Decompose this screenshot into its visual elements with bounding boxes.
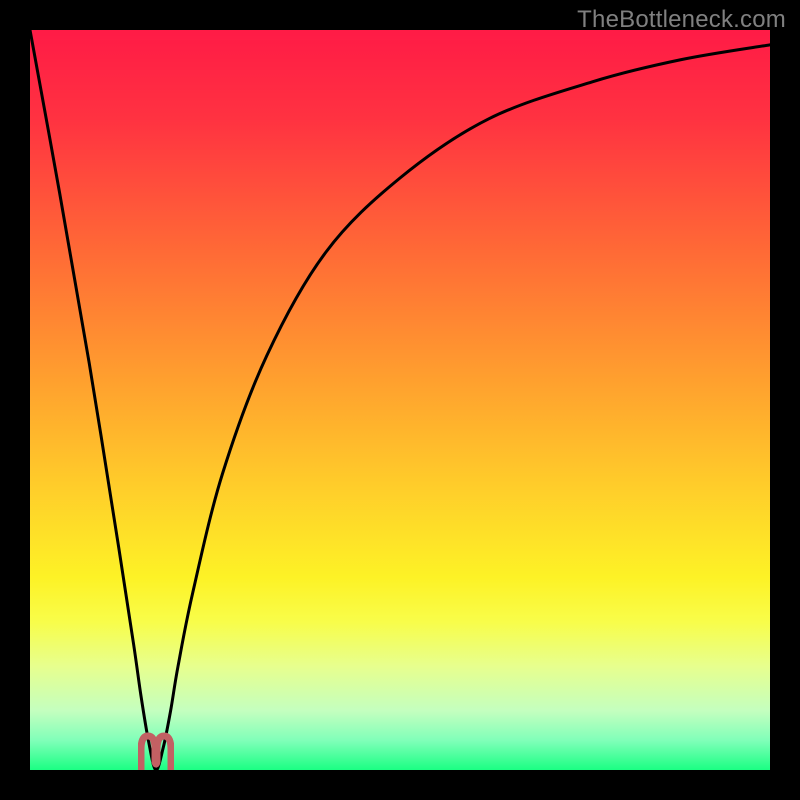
bottleneck-curve xyxy=(30,30,770,770)
outer-frame: TheBottleneck.com xyxy=(0,0,800,800)
optimum-marker xyxy=(138,730,174,770)
plot-area xyxy=(30,30,770,770)
